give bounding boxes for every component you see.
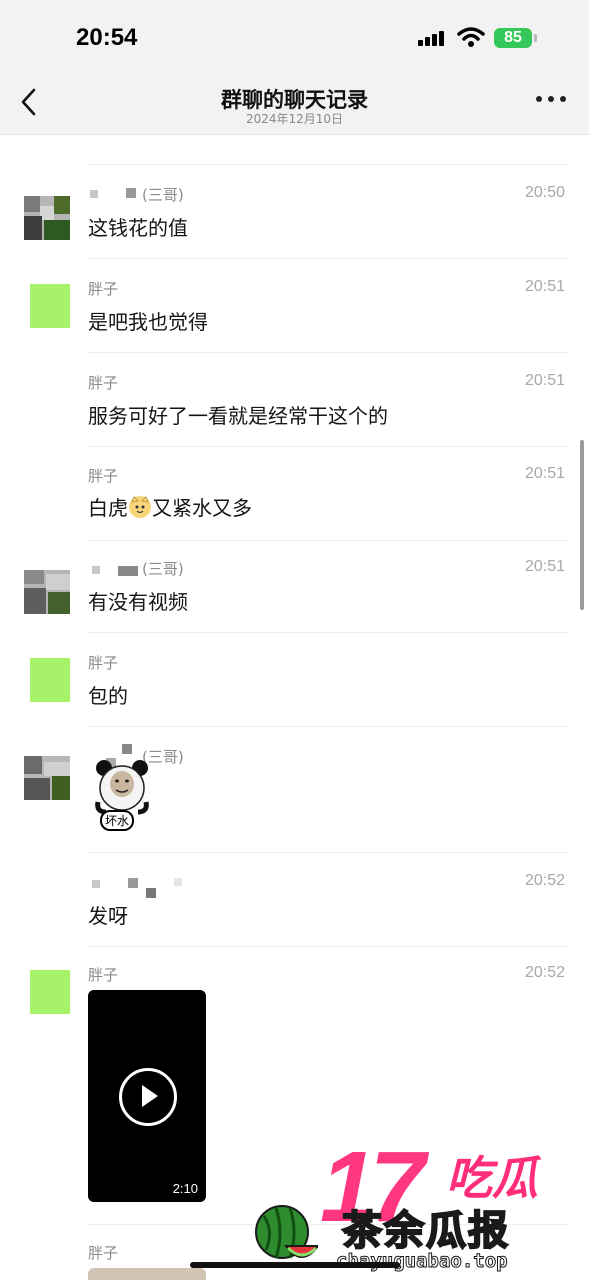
message-sender: 胖子 [88,966,119,984]
message-time: 20:50 [524,184,565,201]
message-divider [88,540,568,541]
blurred-name [126,188,136,198]
page-subtitle-date: 2024年12月10日 [245,112,344,126]
message-time: 20:51 [524,465,565,482]
message-divider [88,258,568,259]
message-divider [88,164,568,165]
blurred-name [146,888,156,898]
message-sender: 胖子 [88,654,119,672]
chat-history-list[interactable]: (三哥) 20:50 这钱花的值 胖子 20:51 是吧我也觉得 胖子 20:5… [0,0,589,1280]
blurred-name [122,744,132,754]
avatar[interactable] [24,570,70,614]
message-text: 这钱花的值 [88,216,188,240]
message-text: 白虎 又紧水又多 [88,492,252,521]
message-text: 是吧我也觉得 [88,310,208,334]
cat-emoji-icon [129,496,151,518]
blurred-name [118,566,138,576]
avatar[interactable] [24,196,70,240]
site-watermark-logo: 17 吃瓜 茶余瓜报 chayuguabao.top [250,1130,589,1280]
message-sender: 胖子 [88,1244,119,1262]
message-time: 20:51 [524,278,565,295]
scrollbar[interactable] [580,440,584,610]
home-indicator[interactable] [190,1262,400,1268]
message-time: 20:52 [524,964,565,981]
video-thumbnail[interactable] [88,1268,206,1280]
video-duration: 2:10 [172,1181,198,1196]
message-divider [88,446,568,447]
message-divider [88,946,568,947]
message-text: 有没有视频 [88,590,188,614]
blurred-name [174,878,182,886]
avatar[interactable] [24,970,70,1014]
message-text-part: 白虎 [88,496,128,520]
message-time: 20:51 [524,372,565,389]
avatar[interactable] [24,284,70,328]
blurred-name [90,190,98,198]
message-text: 发呀 [88,904,128,928]
message-text: 包的 [88,684,128,708]
video-message[interactable]: 2:10 [88,990,206,1202]
nav-bar: 群聊的聊天记录 2024年12月10日 [0,70,589,135]
message-sender: (三哥) [142,560,184,578]
panda-sticker[interactable]: 坏水 [92,756,152,834]
message-time: 20:51 [524,558,565,575]
message-text: 服务可好了一看就是经常干这个的 [88,404,388,428]
message-divider [88,632,568,633]
avatar[interactable] [24,658,70,702]
message-sender: 胖子 [88,374,119,392]
sticker-caption: 坏水 [100,810,135,831]
blurred-name [92,566,100,574]
message-sender: 胖子 [88,280,119,298]
panda-meme-icon [95,760,149,815]
more-options-button[interactable] [534,96,568,108]
play-icon[interactable] [119,1068,177,1126]
avatar[interactable] [24,756,70,800]
message-divider [88,726,568,727]
watermark-brand: 茶余瓜报 [341,1207,510,1255]
message-time: 20:52 [524,872,565,889]
blurred-name [128,878,138,888]
message-sender: (三哥) [142,186,184,204]
message-text-part: 又紧水又多 [152,496,252,520]
watermelon-icon [255,1205,318,1259]
message-sender: 胖子 [88,467,119,485]
message-divider [88,352,568,353]
blurred-name [92,880,100,888]
message-divider [88,852,568,853]
watermark-url: chayuguabao.top [336,1250,509,1273]
